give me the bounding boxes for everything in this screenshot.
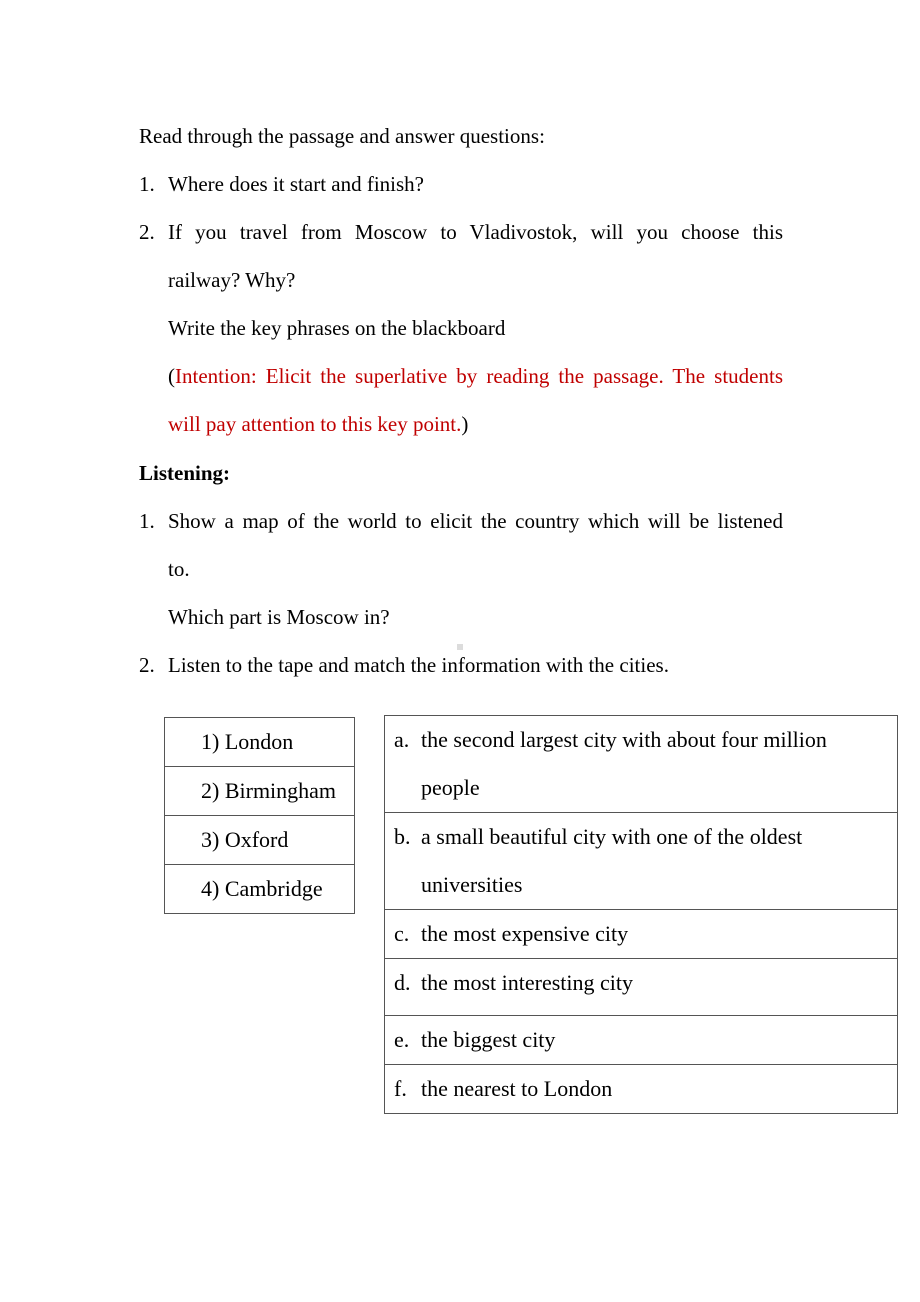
city-row: 1) London	[164, 717, 355, 767]
info-cell: d. the most interesting city	[384, 958, 898, 1016]
info-row: b. a small beautiful city with one of the…	[384, 812, 898, 910]
option-text: the nearest to London	[421, 1076, 613, 1101]
option-text: the most interesting city	[421, 970, 634, 995]
option-text: a small beautiful city with one of the o…	[421, 824, 803, 849]
intro-text: Read through the passage and answer ques…	[139, 124, 545, 148]
intention-open-paren: (	[168, 364, 175, 388]
city-cell: 4) Cambridge	[164, 864, 355, 914]
city-number: 4)	[201, 876, 220, 901]
intention-line-1: (Intention: Elicit the superlative by re…	[168, 364, 783, 388]
city-row: 3) Oxford	[164, 815, 355, 865]
question-1-number: 1.	[139, 172, 155, 196]
option-text-cont: universities	[421, 872, 523, 897]
option-text: the second largest city with about four …	[421, 727, 827, 752]
info-row: f. the nearest to London	[384, 1064, 898, 1114]
option-letter: c.	[394, 921, 410, 946]
question-2-number: 2.	[139, 220, 155, 244]
listening-step-2-text: Listen to the tape and match the informa…	[168, 653, 669, 677]
city-row: 2) Birmingham	[164, 766, 355, 816]
city-cell: 2) Birmingham	[164, 766, 355, 816]
city-name: Birmingham	[224, 778, 337, 803]
intention-close-paren: )	[461, 412, 469, 436]
listening-step-1-number: 1.	[139, 509, 155, 533]
question-2-line-2: railway? Why?	[168, 268, 296, 292]
intention-line-2: will pay attention to this key point.)	[168, 412, 468, 436]
anchor-marker	[457, 644, 463, 650]
city-name: Cambridge	[224, 876, 323, 901]
city-cell: 3) Oxford	[164, 815, 355, 865]
info-row: d. the most interesting city	[384, 958, 898, 1016]
info-row: c. the most expensive city	[384, 909, 898, 959]
information-table: a. the second largest city with about fou…	[384, 715, 898, 1114]
city-number: 3)	[201, 827, 220, 852]
listening-step-2-number: 2.	[139, 653, 155, 677]
question-2-line-1: If you travel from Moscow to Vladivostok…	[168, 220, 783, 244]
option-text-cont: people	[421, 775, 480, 800]
listening-step-1-line-2: to.	[168, 557, 190, 581]
info-cell: f. the nearest to London	[384, 1064, 898, 1114]
info-cell: e. the biggest city	[384, 1015, 898, 1065]
option-text: the biggest city	[421, 1027, 556, 1052]
cities-table: 1) London 2) Birmingham 3) Oxford 4) Cam…	[164, 717, 355, 914]
city-row: 4) Cambridge	[164, 864, 355, 914]
question-1-text: Where does it start and finish?	[168, 172, 424, 196]
option-letter: b.	[394, 824, 411, 849]
listening-step-1-followup: Which part is Moscow in?	[168, 605, 390, 629]
info-row: a. the second largest city with about fou…	[384, 715, 898, 813]
city-name: Oxford	[224, 827, 289, 852]
option-letter: a.	[394, 727, 410, 752]
option-text: the most expensive city	[421, 921, 629, 946]
info-cell: b. a small beautiful city with one of the…	[384, 812, 898, 910]
city-number: 2)	[201, 778, 220, 803]
option-letter: d.	[394, 970, 411, 995]
option-letter: f.	[394, 1076, 407, 1101]
city-name: London	[224, 729, 294, 754]
info-row: e. the biggest city	[384, 1015, 898, 1065]
info-cell: a. the second largest city with about fou…	[384, 715, 898, 813]
city-cell: 1) London	[164, 717, 355, 767]
intention-text-1: Intention: Elicit the superlative by rea…	[175, 364, 783, 388]
info-cell: c. the most expensive city	[384, 909, 898, 959]
listening-heading: Listening:	[139, 461, 231, 485]
listening-step-1-line-1: Show a map of the world to elicit the co…	[168, 509, 783, 533]
key-phrases-note: Write the key phrases on the blackboard	[168, 316, 506, 340]
option-letter: e.	[394, 1027, 410, 1052]
intention-text-2: will pay attention to this key point.	[168, 412, 462, 436]
city-number: 1)	[201, 729, 220, 754]
